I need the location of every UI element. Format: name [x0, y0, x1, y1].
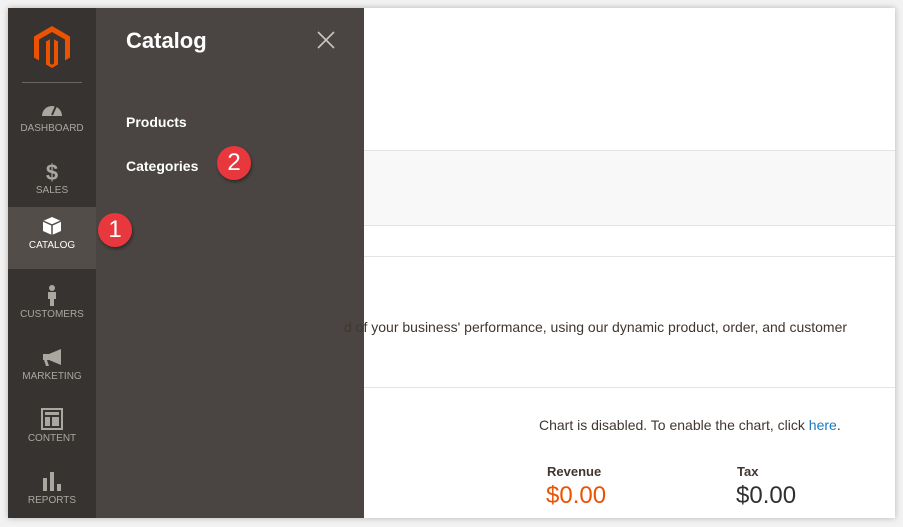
sidebar-item-catalog[interactable]: CATALOG	[8, 207, 96, 269]
divider	[364, 387, 895, 388]
sidebar-item-dashboard[interactable]: DASHBOARD	[8, 90, 96, 152]
megaphone-icon	[43, 349, 61, 366]
sidebar-item-customers[interactable]: CUSTOMERS	[8, 276, 96, 338]
catalog-flyout: Catalog Products Categories 2	[96, 8, 364, 518]
menu-item-products[interactable]: Products	[126, 114, 187, 130]
chart-disabled-message: Chart is disabled. To enable the chart, …	[539, 417, 841, 433]
annotation-badge-1: 1	[98, 213, 132, 247]
sidebar-item-content[interactable]: CONTENT	[8, 400, 96, 462]
revenue-value: $0.00	[546, 482, 607, 509]
dashboard-icon	[42, 105, 62, 116]
admin-window: DASHBOARD $ SALES CATALOG CUSTOMERS MARKE…	[8, 8, 895, 518]
annotation-badge-2: 2	[217, 146, 251, 180]
tax-label: Tax	[737, 464, 759, 479]
close-icon[interactable]	[316, 30, 336, 50]
box-icon	[42, 217, 62, 235]
menu-item-categories[interactable]: Categories	[126, 158, 198, 174]
person-icon	[48, 285, 56, 306]
divider	[22, 82, 82, 83]
revenue-label: Revenue	[547, 464, 602, 479]
sidebar-item-reports[interactable]: REPORTS	[8, 462, 96, 518]
magento-logo-icon[interactable]	[34, 26, 70, 68]
divider	[364, 256, 895, 257]
bar-chart-icon	[43, 472, 61, 491]
sidebar-item-sales[interactable]: $ SALES	[8, 152, 96, 214]
dollar-icon: $	[46, 160, 58, 182]
sidebar: DASHBOARD $ SALES CATALOG CUSTOMERS MARKE…	[8, 8, 96, 518]
enable-chart-link[interactable]: here	[809, 417, 837, 433]
layout-icon	[41, 408, 63, 430]
flyout-title: Catalog	[126, 28, 207, 53]
sidebar-item-marketing[interactable]: MARKETING	[8, 338, 96, 400]
header-band	[364, 150, 895, 226]
tax-value: $0.00	[736, 482, 797, 509]
svg-text:$: $	[46, 160, 58, 182]
intro-text: d of your business' performance, using o…	[344, 319, 848, 335]
